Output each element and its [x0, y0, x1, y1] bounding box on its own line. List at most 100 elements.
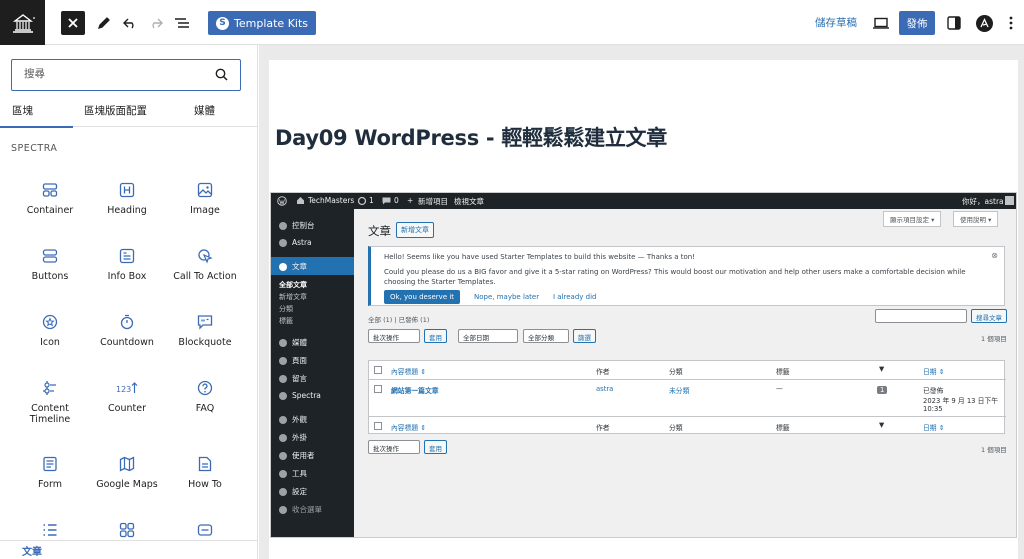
row-tags: —: [776, 385, 783, 393]
item-count-bottom: 1 個項目: [981, 446, 1007, 454]
col-title: 內容標題 ⇕: [391, 424, 427, 432]
desktop-preview-icon: [873, 17, 889, 29]
plus-icon: +: [407, 196, 414, 205]
block-partial-list[interactable]: [10, 522, 90, 538]
grid-icon: [119, 522, 135, 538]
notice-line2: Could you please do us a BIG favor and g…: [384, 268, 966, 286]
post-title[interactable]: Day09 WordPress - 輕輕鬆鬆建立文章: [275, 122, 667, 152]
submenu-all-posts: 全部文章: [279, 281, 307, 289]
table-header-row: 內容標題 ⇕ 作者 分類 標籤 ▼ 日期 ⇕: [369, 361, 1006, 380]
submenu-categories: 分類: [279, 305, 293, 313]
menu-label: Spectra: [292, 391, 321, 400]
menu-plugins: 外掛: [279, 432, 307, 443]
faq-icon: [197, 380, 213, 396]
block-icon[interactable]: Icon: [10, 314, 90, 348]
undo-button[interactable]: [122, 11, 138, 35]
block-label: Icon: [40, 337, 60, 348]
menu-appearance: 外觀: [279, 414, 307, 425]
col-title: 內容標題 ⇕: [391, 368, 427, 376]
col-date: 日期 ⇕: [923, 368, 945, 376]
editor-canvas: Day09 WordPress - 輕輕鬆鬆建立文章 TechMasters 1…: [259, 45, 1024, 559]
date-filter-select: 全部日期: [458, 329, 518, 343]
block-image[interactable]: Image: [165, 182, 245, 216]
tools-icon: [279, 469, 287, 478]
tools-button[interactable]: [96, 11, 112, 35]
pin-icon: [279, 262, 287, 271]
block-content-timeline[interactable]: Content Timeline: [10, 380, 90, 425]
menu-label: 控制台: [292, 221, 315, 230]
dashboard-icon: [279, 221, 287, 230]
breadcrumb-post[interactable]: 文章: [22, 543, 42, 558]
block-call-to-action[interactable]: Call To Action: [165, 248, 245, 282]
col-categories: 分類: [669, 424, 683, 432]
menu-collapse: 收合選單: [279, 504, 322, 515]
posts-table: 內容標題 ⇕ 作者 分類 標籤 ▼ 日期 ⇕ 網站第一篇文章 astra 未分類…: [368, 360, 1006, 434]
template-kits-button[interactable]: S Template Kits: [208, 11, 317, 35]
tab-blocks[interactable]: 區塊: [12, 103, 33, 118]
block-partial-grid[interactable]: [87, 522, 167, 538]
publish-button[interactable]: 發佈: [899, 11, 935, 35]
block-blockquote[interactable]: Blockquote: [165, 314, 245, 348]
block-how-to[interactable]: How To: [165, 456, 245, 490]
menu-comments: 留言: [279, 373, 307, 384]
menu-dashboard: 控制台: [279, 220, 315, 231]
block-buttons[interactable]: Buttons: [10, 248, 90, 282]
document-overview-button[interactable]: [173, 11, 191, 35]
preview-button[interactable]: [872, 11, 890, 35]
site-logo-button[interactable]: [0, 0, 45, 45]
tab-media[interactable]: 媒體: [194, 103, 215, 118]
block-label: Google Maps: [96, 479, 158, 490]
buttons-icon: [42, 249, 58, 263]
block-search-input[interactable]: [12, 60, 202, 88]
astra-settings-button[interactable]: [975, 11, 993, 35]
block-faq[interactable]: FAQ: [165, 380, 245, 414]
block-label: Counter: [108, 403, 146, 414]
settings-sidebar-button[interactable]: [946, 11, 962, 35]
block-label: Heading: [107, 205, 147, 216]
list-icon: [43, 524, 57, 536]
tab-patterns[interactable]: 區塊版面配置: [84, 103, 147, 118]
wordpress-logo-icon: [277, 196, 287, 206]
home-icon: [297, 197, 304, 204]
content-timeline-icon: [43, 381, 56, 395]
comments-menu-icon: [279, 374, 287, 383]
block-container[interactable]: Container: [10, 182, 90, 216]
form-icon: [43, 456, 57, 472]
comments-icon: [382, 197, 391, 205]
block-label: Form: [38, 479, 62, 490]
embedded-screenshot-image[interactable]: TechMasters 1 0 + 新增項目 檢視文章 你好，astra 控制台…: [270, 192, 1017, 538]
block-form[interactable]: Form: [10, 456, 90, 490]
block-label: FAQ: [195, 403, 215, 414]
block-search: [11, 59, 241, 91]
block-partial-slider[interactable]: [165, 522, 245, 538]
filter-button: 篩選: [573, 329, 596, 343]
post-views: 全部 (1) | 已發佈 (1): [368, 316, 430, 324]
category-filter-select: 全部分類: [523, 329, 569, 343]
block-counter[interactable]: 123 Counter: [87, 380, 167, 414]
menu-label: 外掛: [292, 433, 307, 442]
spectra-logo-icon: S: [216, 16, 229, 30]
close-inserter-button[interactable]: [61, 11, 85, 35]
breadcrumb: 文章: [0, 540, 257, 559]
new-post-button: 新增文章: [396, 222, 434, 238]
block-countdown[interactable]: Countdown: [87, 314, 167, 348]
menu-label: 媒體: [292, 338, 307, 347]
block-google-maps[interactable]: Google Maps: [87, 456, 167, 490]
options-menu-button[interactable]: [1006, 11, 1016, 35]
wp-posts-screen: 顯示項目設定 ▾ 使用說明 ▾ 文章 新增文章 Hello! Seems lik…: [355, 209, 1016, 537]
post-search-input: [875, 309, 967, 323]
redo-button[interactable]: [148, 11, 164, 35]
list-view-icon: [175, 18, 189, 28]
updates-icon: [357, 196, 367, 206]
block-heading[interactable]: Heading: [87, 182, 167, 216]
menu-astra: Astra: [279, 238, 312, 247]
item-count-top: 1 個項目: [981, 335, 1007, 343]
menu-posts: 文章: [279, 261, 307, 272]
block-label: Buttons: [31, 271, 69, 282]
row-date: 2023 年 9 月 13 日下午: [923, 397, 999, 405]
active-tab-indicator: [0, 126, 73, 128]
block-info-box[interactable]: Info Box: [87, 248, 167, 282]
menu-label: 使用者: [292, 451, 315, 460]
save-draft-button[interactable]: 儲存草稿: [815, 15, 857, 30]
notice-ok-button: Ok, you deserve it: [384, 290, 461, 304]
